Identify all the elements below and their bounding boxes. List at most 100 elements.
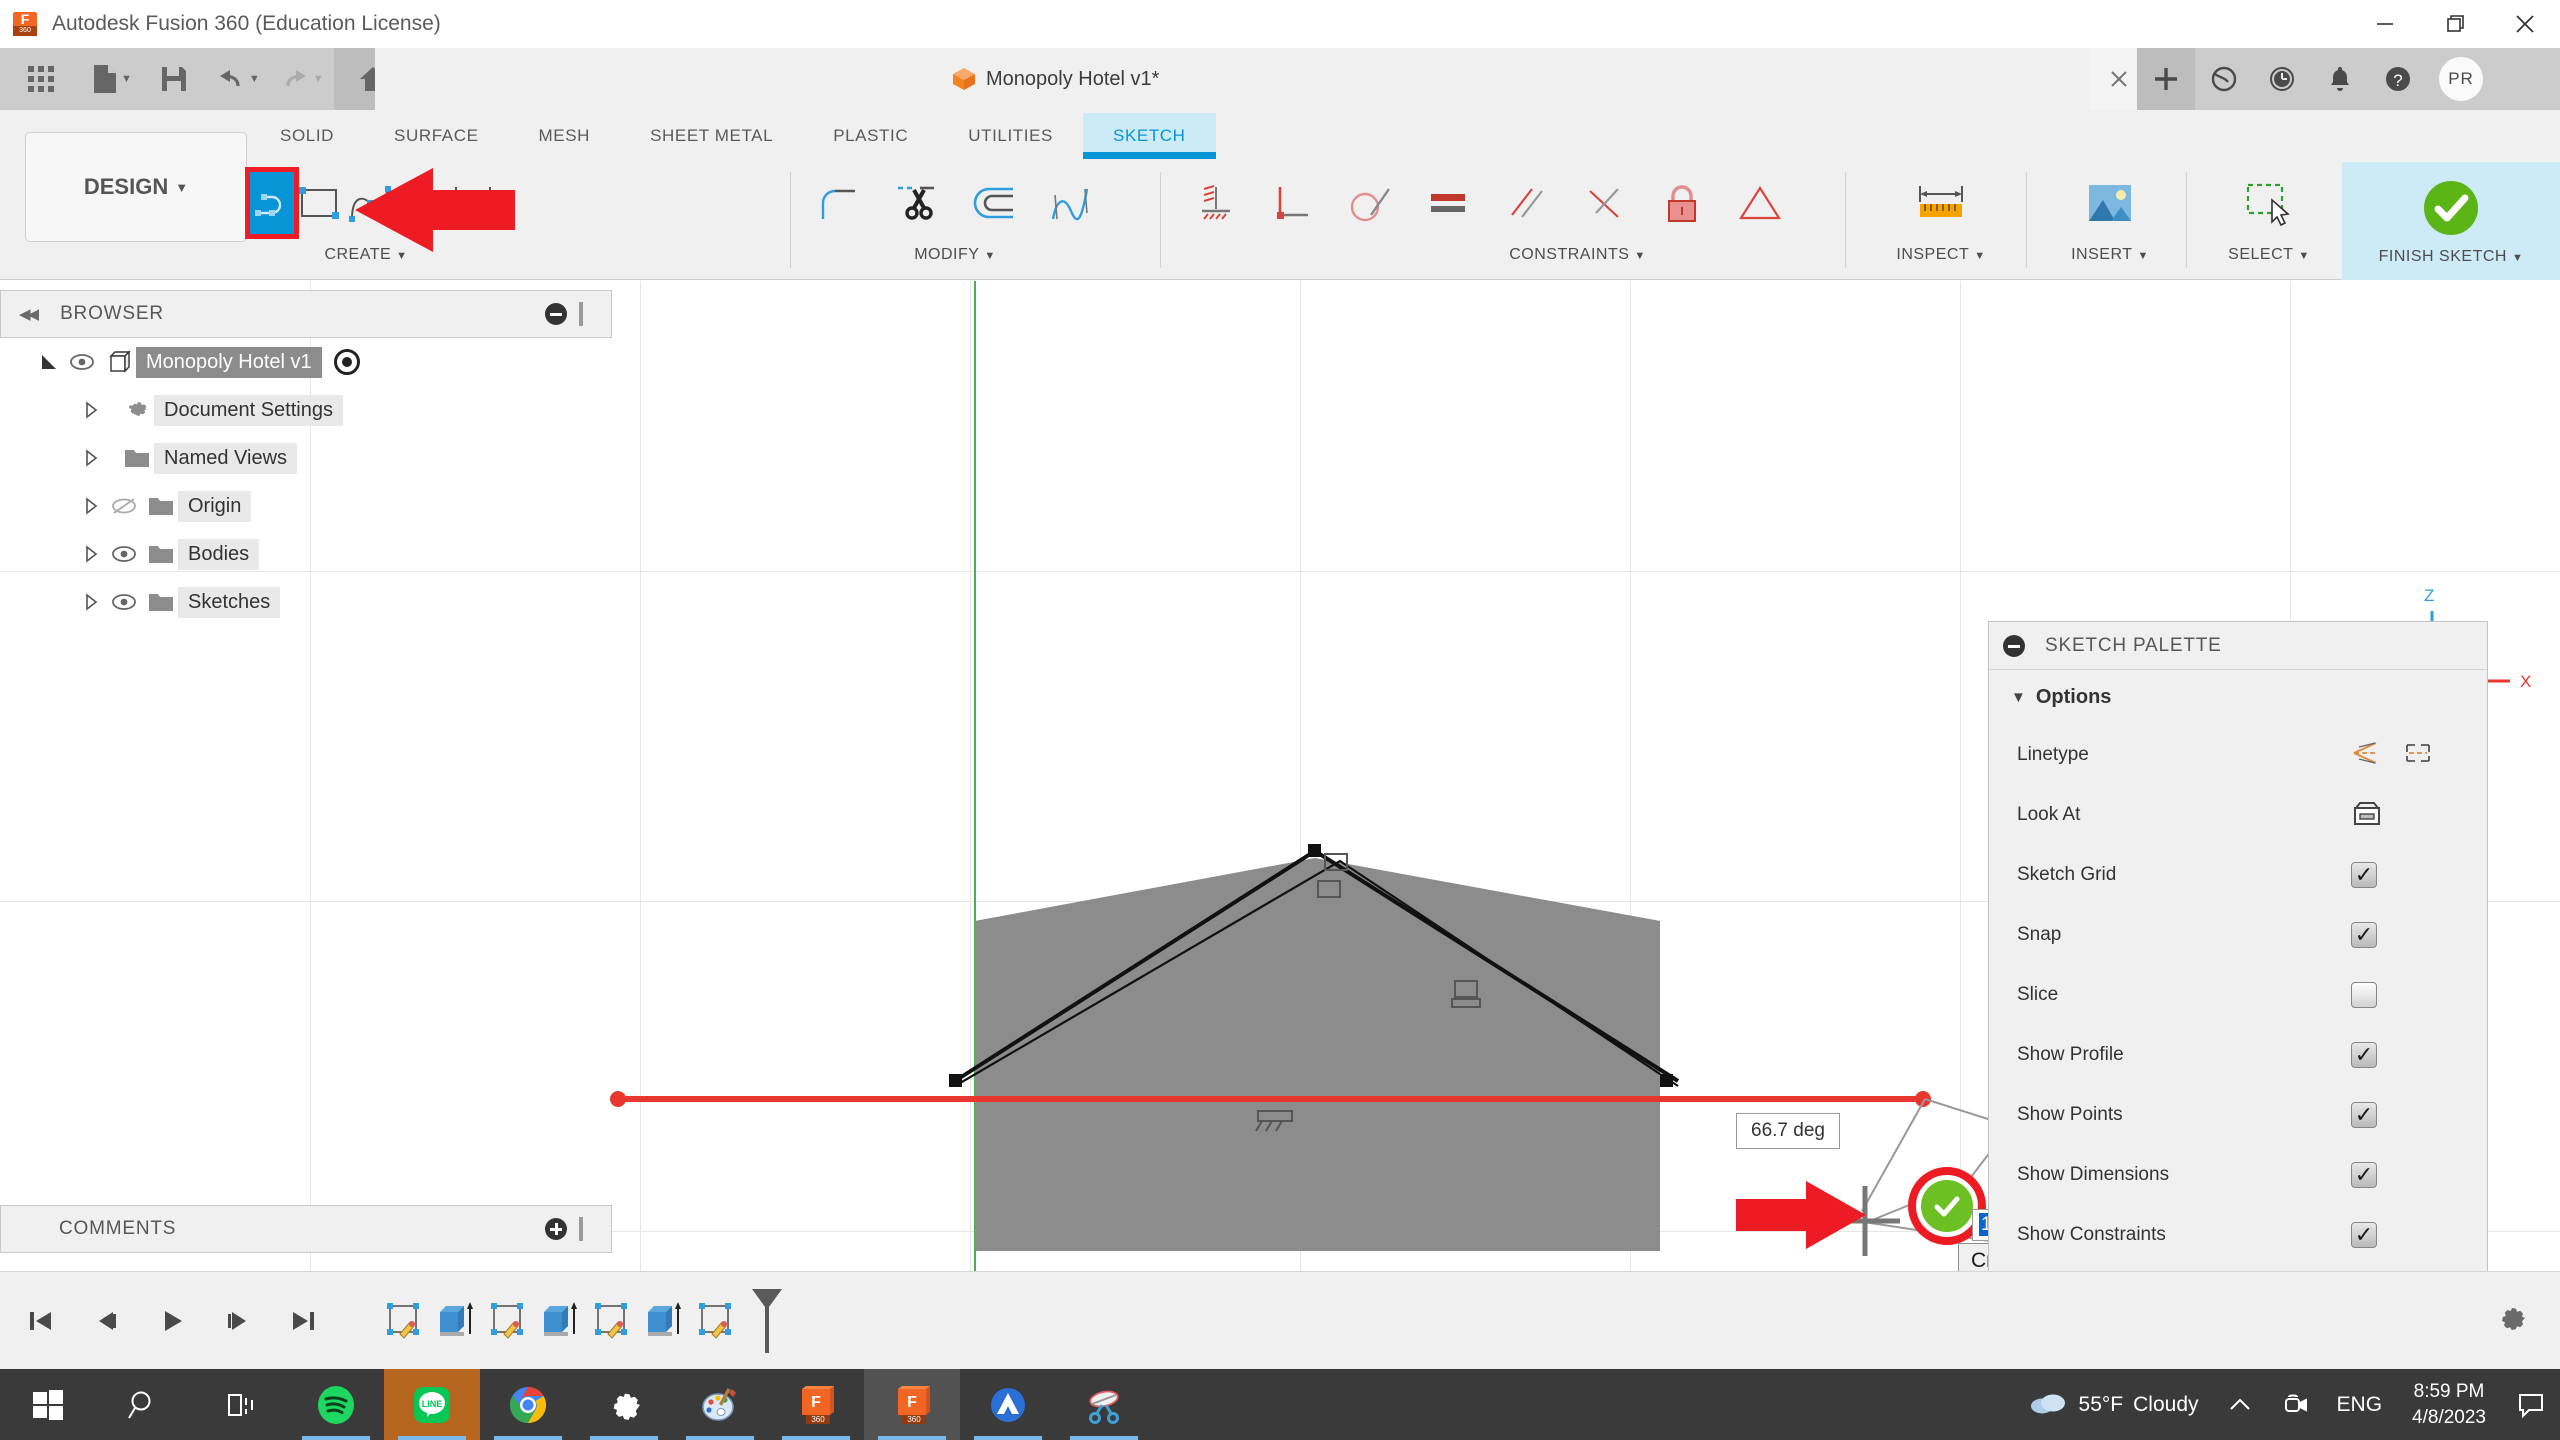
extrude-feature-icon[interactable] bbox=[536, 1298, 582, 1344]
offset-tool-icon[interactable] bbox=[955, 164, 1033, 242]
step-forward-icon[interactable] bbox=[220, 1303, 256, 1339]
show-profile-checkbox[interactable] bbox=[2351, 1042, 2377, 1068]
document-tab[interactable]: Monopoly Hotel v1* bbox=[930, 48, 1181, 110]
sketch-feature-icon[interactable] bbox=[380, 1298, 426, 1344]
step-back-icon[interactable] bbox=[88, 1303, 124, 1339]
visibility-hidden-icon[interactable] bbox=[104, 493, 144, 519]
go-to-beginning-icon[interactable] bbox=[22, 1303, 58, 1339]
visibility-eye-icon[interactable] bbox=[104, 589, 144, 615]
comments-bar[interactable]: COMMENTS bbox=[0, 1205, 612, 1253]
chevron-down-icon[interactable]: ▼ bbox=[249, 73, 260, 85]
minimize-icon[interactable] bbox=[2350, 0, 2420, 48]
show-dimensions-checkbox[interactable] bbox=[2351, 1162, 2377, 1188]
parallel-constraint-icon[interactable] bbox=[1487, 164, 1565, 242]
rectangle-tool-icon[interactable] bbox=[294, 164, 344, 242]
centerline-icon[interactable] bbox=[2403, 739, 2433, 772]
expand-triangle-icon[interactable] bbox=[78, 445, 104, 471]
ribbon-group-modify-label[interactable]: MODIFY▼ bbox=[800, 246, 1110, 264]
ribbon-group-inspect-label[interactable]: INSPECT▼ bbox=[1860, 246, 2022, 264]
help-icon[interactable]: ? bbox=[2369, 48, 2427, 110]
restore-icon[interactable] bbox=[2420, 0, 2490, 48]
language-indicator[interactable]: ENG bbox=[2323, 1393, 2397, 1417]
tab-utilities[interactable]: UTILITIES bbox=[938, 113, 1083, 159]
expand-triangle-icon[interactable] bbox=[78, 493, 104, 519]
extrude-feature-icon[interactable] bbox=[640, 1298, 686, 1344]
visibility-eye-icon[interactable] bbox=[104, 541, 144, 567]
finish-sketch-button[interactable]: FINISH SKETCH▼ bbox=[2342, 162, 2560, 280]
tab-surface[interactable]: SURFACE bbox=[364, 113, 509, 159]
settings-icon[interactable] bbox=[576, 1369, 672, 1440]
fusion360-icon[interactable]: F 360 bbox=[864, 1369, 960, 1440]
tree-item-sketches[interactable]: Sketches bbox=[0, 578, 612, 626]
workspace-selector[interactable]: DESIGN ▼ bbox=[25, 132, 247, 242]
chevron-down-icon[interactable]: ▼ bbox=[121, 73, 132, 85]
avatar[interactable]: PR bbox=[2439, 57, 2483, 101]
snap-checkbox[interactable] bbox=[2351, 922, 2377, 948]
insert-image-icon[interactable] bbox=[2071, 164, 2149, 242]
tab-sheet-metal[interactable]: SHEET METAL bbox=[620, 113, 803, 159]
visibility-eye-icon[interactable] bbox=[62, 349, 102, 375]
data-panel-icon[interactable] bbox=[2195, 48, 2253, 110]
tab-solid[interactable]: SOLID bbox=[250, 113, 364, 159]
job-status-icon[interactable] bbox=[2253, 48, 2311, 110]
new-tab-icon[interactable] bbox=[2137, 48, 2195, 110]
paint-icon[interactable] bbox=[672, 1369, 768, 1440]
panel-resize-grip[interactable] bbox=[579, 302, 583, 326]
green-check-circle-icon[interactable] bbox=[1916, 1175, 1978, 1237]
snipping-tool-icon[interactable] bbox=[1056, 1369, 1152, 1440]
look-at-icon[interactable] bbox=[2351, 799, 2383, 832]
add-comment-icon[interactable] bbox=[545, 1218, 567, 1240]
tab-plastic[interactable]: PLASTIC bbox=[803, 113, 938, 159]
timeline-settings-icon[interactable] bbox=[2494, 1301, 2528, 1340]
expand-triangle-icon[interactable] bbox=[78, 541, 104, 567]
sketch-grid-checkbox[interactable] bbox=[2351, 862, 2377, 888]
notifications-icon[interactable] bbox=[2311, 48, 2369, 110]
trim-tool-icon[interactable] bbox=[878, 164, 956, 242]
ribbon-group-insert-label[interactable]: INSERT▼ bbox=[2036, 246, 2184, 264]
clock[interactable]: 8:59 PM 4/8/2023 bbox=[2396, 1379, 2502, 1430]
tangent-constraint-icon[interactable] bbox=[1331, 164, 1409, 242]
equal-constraint-icon[interactable] bbox=[1409, 164, 1487, 242]
angle-dimension-label[interactable]: 66.7 deg bbox=[1736, 1113, 1840, 1149]
show-points-checkbox[interactable] bbox=[2351, 1102, 2377, 1128]
expand-triangle-icon[interactable] bbox=[78, 397, 104, 423]
line-icon[interactable]: LINE bbox=[384, 1369, 480, 1440]
spotify-icon[interactable] bbox=[288, 1369, 384, 1440]
symmetry-constraint-icon[interactable] bbox=[1721, 164, 1799, 242]
expand-triangle-icon[interactable] bbox=[36, 349, 62, 375]
line-tool-icon[interactable] bbox=[250, 172, 294, 234]
perpendicular-constraint-icon[interactable] bbox=[1253, 164, 1331, 242]
task-view-icon[interactable] bbox=[192, 1369, 288, 1440]
ribbon-group-constraints-label[interactable]: CONSTRAINTS▼ bbox=[1355, 246, 1800, 264]
search-icon[interactable] bbox=[96, 1369, 192, 1440]
sketch-feature-icon[interactable] bbox=[588, 1298, 634, 1344]
show-hidden-icons-icon[interactable] bbox=[2213, 1395, 2267, 1415]
timeline-marker[interactable] bbox=[750, 1289, 784, 1353]
play-icon[interactable] bbox=[154, 1303, 190, 1339]
extrude-feature-icon[interactable] bbox=[432, 1298, 478, 1344]
action-center-icon[interactable] bbox=[2502, 1390, 2560, 1420]
slice-checkbox[interactable] bbox=[2351, 982, 2377, 1008]
nordvpn-icon[interactable] bbox=[960, 1369, 1056, 1440]
minimize-dot-icon[interactable] bbox=[545, 303, 567, 325]
tree-item-monopoly-hotel[interactable]: Monopoly Hotel v1 bbox=[0, 338, 612, 386]
expand-triangle-icon[interactable] bbox=[78, 589, 104, 615]
close-icon[interactable] bbox=[2490, 0, 2560, 48]
tree-item-origin[interactable]: Origin bbox=[0, 482, 612, 530]
panel-resize-grip[interactable] bbox=[579, 1217, 583, 1241]
redo-icon[interactable]: ▼ bbox=[270, 48, 334, 110]
fusion360-icon[interactable]: F 360 bbox=[768, 1369, 864, 1440]
collapse-left-icon[interactable]: ◀◀ bbox=[19, 305, 36, 323]
curvature-tool-icon[interactable] bbox=[1033, 164, 1111, 242]
horizontal-vertical-constraint-icon[interactable] bbox=[1175, 164, 1253, 242]
meet-now-icon[interactable] bbox=[2267, 1392, 2323, 1418]
chrome-icon[interactable] bbox=[480, 1369, 576, 1440]
minimize-dot-icon[interactable] bbox=[2003, 635, 2025, 657]
tab-sketch[interactable]: SKETCH bbox=[1083, 113, 1216, 159]
fillet-tool-icon[interactable] bbox=[800, 164, 878, 242]
new-file-icon[interactable]: ▼ bbox=[82, 48, 142, 110]
sketch-feature-icon[interactable] bbox=[692, 1298, 738, 1344]
sketch-feature-icon[interactable] bbox=[484, 1298, 530, 1344]
tree-item-document-settings[interactable]: Document Settings bbox=[0, 386, 612, 434]
select-window-icon[interactable] bbox=[2230, 164, 2308, 242]
